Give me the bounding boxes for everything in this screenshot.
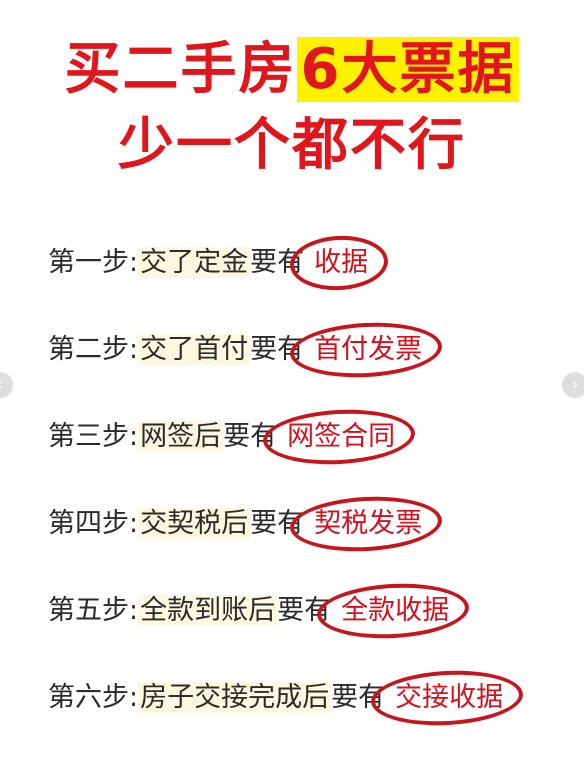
step-document-circled: 全款收据 [331,588,459,634]
step-label: 第二步: [48,334,139,365]
chevron-right-icon[interactable]: › [562,372,584,398]
step-document-circled: 交接收据 [385,675,513,721]
chevron-left-icon[interactable]: ‹ [0,372,13,398]
page-title-line-2: 少一个都不行 [118,113,466,178]
step-action: 交契税后 [138,508,251,539]
step-label: 第四步: [48,508,139,539]
step-4: 第四步:交契税后要有 契税发票 [48,501,432,547]
step-label: 第三步: [48,421,139,452]
title-prefix: 买二手房 [64,37,297,102]
step-action: 交了定金 [138,247,251,278]
step-action: 网签后 [138,421,224,452]
step-document-circled: 首付发票 [304,327,432,373]
step-action: 房子交接完成后 [138,682,332,713]
step-label: 第一步: [48,247,139,278]
step-document-circled: 收据 [304,240,378,286]
step-document-circled: 网签合同 [277,414,405,460]
step-label: 第六步: [48,682,139,713]
step-label: 第五步: [48,595,139,626]
step-3: 第三步:网签后要有 网签合同 [48,414,405,460]
step-2: 第二步:交了首付要有 首付发票 [48,327,432,373]
step-5: 第五步:全款到账后要有 全款收据 [48,588,459,634]
title-highlight: 6大票据 [296,37,520,102]
step-document-circled: 契税发票 [304,501,432,547]
step-action: 全款到账后 [138,595,278,626]
step-action: 交了首付 [138,334,251,365]
step-6: 第六步:房子交接完成后要有 交接收据 [48,675,513,721]
page-title-line-1: 买二手房6大票据 [0,37,584,102]
step-1: 第一步:交了定金要有 收据 [48,240,378,286]
